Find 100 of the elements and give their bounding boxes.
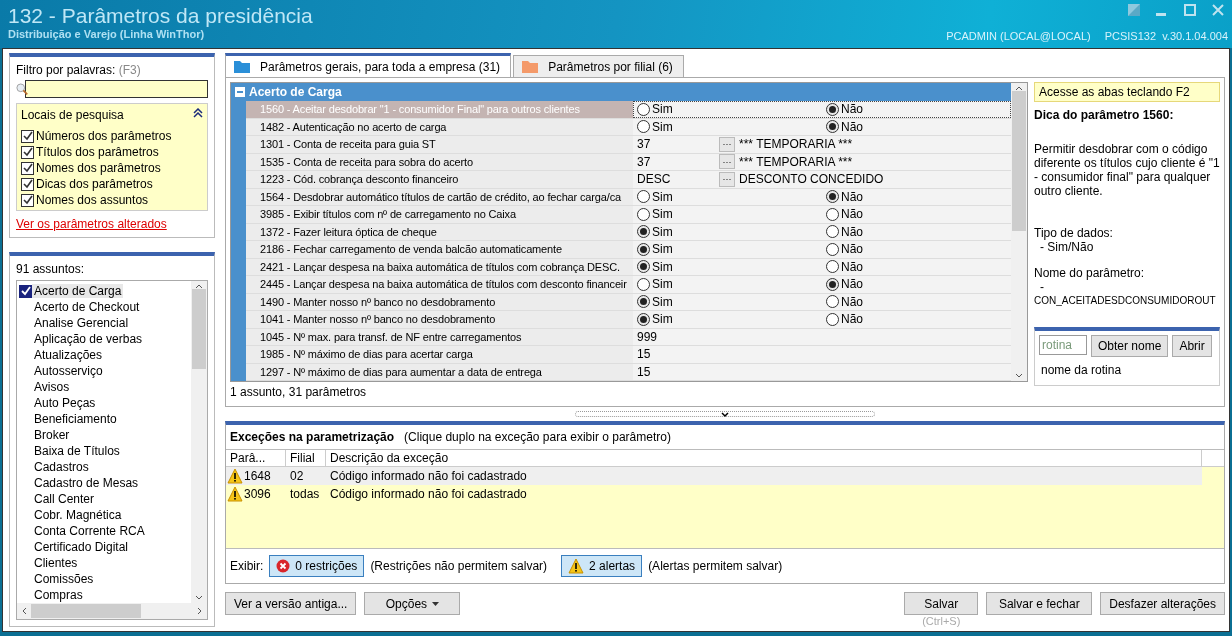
radio-button[interactable]: [826, 295, 839, 309]
radio-label[interactable]: Sim: [652, 242, 673, 257]
field-value[interactable]: 15: [637, 347, 651, 362]
subject-item[interactable]: Cadastros: [32, 460, 91, 474]
radio-label[interactable]: Não: [841, 259, 863, 274]
scrollbar-thumb[interactable]: [1012, 91, 1026, 231]
exception-row[interactable]: 3096 todas Código informado não foi cadastrado: [226, 484, 1202, 503]
radio-button[interactable]: [637, 190, 650, 204]
subject-item[interactable]: Baixa de Títulos: [32, 444, 122, 458]
parameter-title[interactable]: 1301 - Conta de receita para guia ST: [246, 136, 633, 153]
radio-label[interactable]: Sim: [652, 102, 673, 117]
radio-label[interactable]: Não: [841, 294, 863, 309]
parameter-title[interactable]: 2186 - Fechar carregamento de venda balcão automaticamente: [246, 241, 633, 258]
action-button[interactable]: Desfazer alterações: [1100, 592, 1225, 615]
radio-label[interactable]: Sim: [652, 119, 673, 134]
parameter-title[interactable]: 1985 - Nº máximo de dias para acertar carga: [246, 346, 633, 363]
checkbox[interactable]: [21, 145, 34, 159]
radio-button[interactable]: [637, 295, 650, 309]
radio-label[interactable]: Não: [841, 277, 863, 292]
browse-button[interactable]: ···: [719, 136, 735, 152]
radio-button[interactable]: [826, 102, 839, 116]
chevron-up-icon[interactable]: [1015, 85, 1023, 91]
radio-button[interactable]: [637, 225, 650, 239]
checkbox[interactable]: [21, 193, 34, 207]
routine-button[interactable]: Obter nome: [1091, 335, 1169, 357]
search-field[interactable]: [25, 80, 208, 98]
subject-item[interactable]: Autosserviço: [32, 364, 105, 378]
field-value[interactable]: 999: [637, 329, 658, 344]
radio-button[interactable]: [637, 312, 650, 326]
subject-item[interactable]: Aplicação de verbas: [32, 332, 145, 346]
column-header[interactable]: Parâ...: [226, 449, 286, 466]
chevron-down-icon[interactable]: [195, 595, 203, 601]
subject-item[interactable]: Avisos: [32, 380, 72, 394]
subject-item[interactable]: Analise Gerencial: [32, 316, 131, 330]
action-button[interactable]: Opções: [364, 592, 461, 615]
radio-button[interactable]: [637, 207, 650, 221]
radio-label[interactable]: Não: [841, 242, 863, 257]
subject-item[interactable]: Acerto de Carga: [32, 284, 124, 298]
field-value[interactable]: 37: [637, 154, 719, 169]
field-value[interactable]: 37: [637, 137, 719, 152]
tab[interactable]: Parâmetros por filial (6): [513, 55, 684, 77]
browse-button[interactable]: ···: [719, 154, 735, 170]
radio-button[interactable]: [826, 120, 839, 134]
checkbox[interactable]: [21, 177, 34, 191]
parameter-title[interactable]: 1223 - Cód. cobrança desconto financeiro: [246, 171, 633, 188]
radio-label[interactable]: Sim: [652, 207, 673, 222]
scrollbar[interactable]: [191, 281, 207, 603]
parameter-title[interactable]: 1041 - Manter nosso nº banco no desdobramento: [246, 311, 633, 328]
filter-button[interactable]: 2 alertas: [561, 555, 643, 577]
filter-button[interactable]: 0 restrições: [269, 555, 365, 577]
radio-button[interactable]: [637, 102, 650, 116]
action-button[interactable]: Salvar: [904, 592, 979, 615]
radio-button[interactable]: [826, 207, 839, 221]
subject-item[interactable]: Beneficiamento: [32, 412, 119, 426]
subject-item[interactable]: Call Center: [32, 492, 97, 506]
radio-button[interactable]: [826, 312, 839, 326]
action-button[interactable]: Salvar e fechar: [986, 592, 1093, 615]
routine-button[interactable]: Abrir: [1172, 335, 1212, 357]
tab[interactable]: Parâmetros gerais, para toda a empresa (31): [225, 53, 512, 77]
subject-item[interactable]: Broker: [32, 428, 72, 442]
subject-item[interactable]: Comissões: [32, 572, 96, 586]
horizontal-scrollbar[interactable]: [17, 603, 207, 619]
radio-label[interactable]: Sim: [652, 224, 673, 239]
collapse-icon[interactable]: [193, 108, 203, 118]
radio-label[interactable]: Sim: [652, 294, 673, 309]
subject-item[interactable]: Acerto de Checkout: [32, 300, 142, 314]
radio-button[interactable]: [826, 260, 839, 274]
parameter-title[interactable]: 3985 - Exibir títulos com nº de carregamento no Caixa: [246, 206, 633, 223]
action-button[interactable]: Ver a versão antiga...: [225, 592, 357, 615]
field-value[interactable]: DESC: [637, 172, 719, 187]
checkbox[interactable]: [21, 129, 34, 143]
radio-label[interactable]: Não: [841, 119, 863, 134]
radio-button[interactable]: [826, 225, 839, 239]
radio-label[interactable]: Sim: [652, 189, 673, 204]
scrollbar-thumb[interactable]: [31, 604, 141, 618]
radio-label[interactable]: Sim: [652, 312, 673, 327]
radio-label[interactable]: Não: [841, 312, 863, 327]
subject-item[interactable]: Clientes: [32, 556, 80, 570]
changed-parameters-link[interactable]: Ver os parâmetros alterados: [16, 217, 167, 231]
subject-item[interactable]: Cobr. Magnética: [32, 508, 124, 522]
radio-label[interactable]: Não: [841, 224, 863, 239]
chevron-up-icon[interactable]: [195, 283, 203, 289]
radio-button[interactable]: [637, 277, 650, 291]
radio-button[interactable]: [637, 120, 650, 134]
column-header[interactable]: Descrição da exceção: [326, 449, 1202, 466]
radio-label[interactable]: Sim: [652, 277, 673, 292]
subject-item[interactable]: Certificado Digital: [32, 540, 131, 554]
scrollbar-thumb[interactable]: [192, 289, 206, 369]
subject-item[interactable]: Cadastro de Mesas: [32, 476, 141, 490]
radio-label[interactable]: Sim: [652, 259, 673, 274]
subject-item[interactable]: Atualizações: [32, 348, 105, 362]
subject-item[interactable]: Auto Peças: [32, 396, 98, 410]
browse-button[interactable]: ···: [719, 171, 735, 187]
field-value[interactable]: 15: [637, 364, 651, 379]
checkbox[interactable]: [21, 161, 34, 175]
scrollbar[interactable]: [1011, 83, 1027, 381]
parameter-title[interactable]: 2445 - Lançar despesa na baixa automática de títulos com desconto financeir: [246, 276, 633, 293]
chevron-down-icon[interactable]: [1015, 373, 1023, 379]
radio-button[interactable]: [826, 242, 839, 256]
subject-item[interactable]: Conta Corrente RCA: [32, 524, 147, 538]
